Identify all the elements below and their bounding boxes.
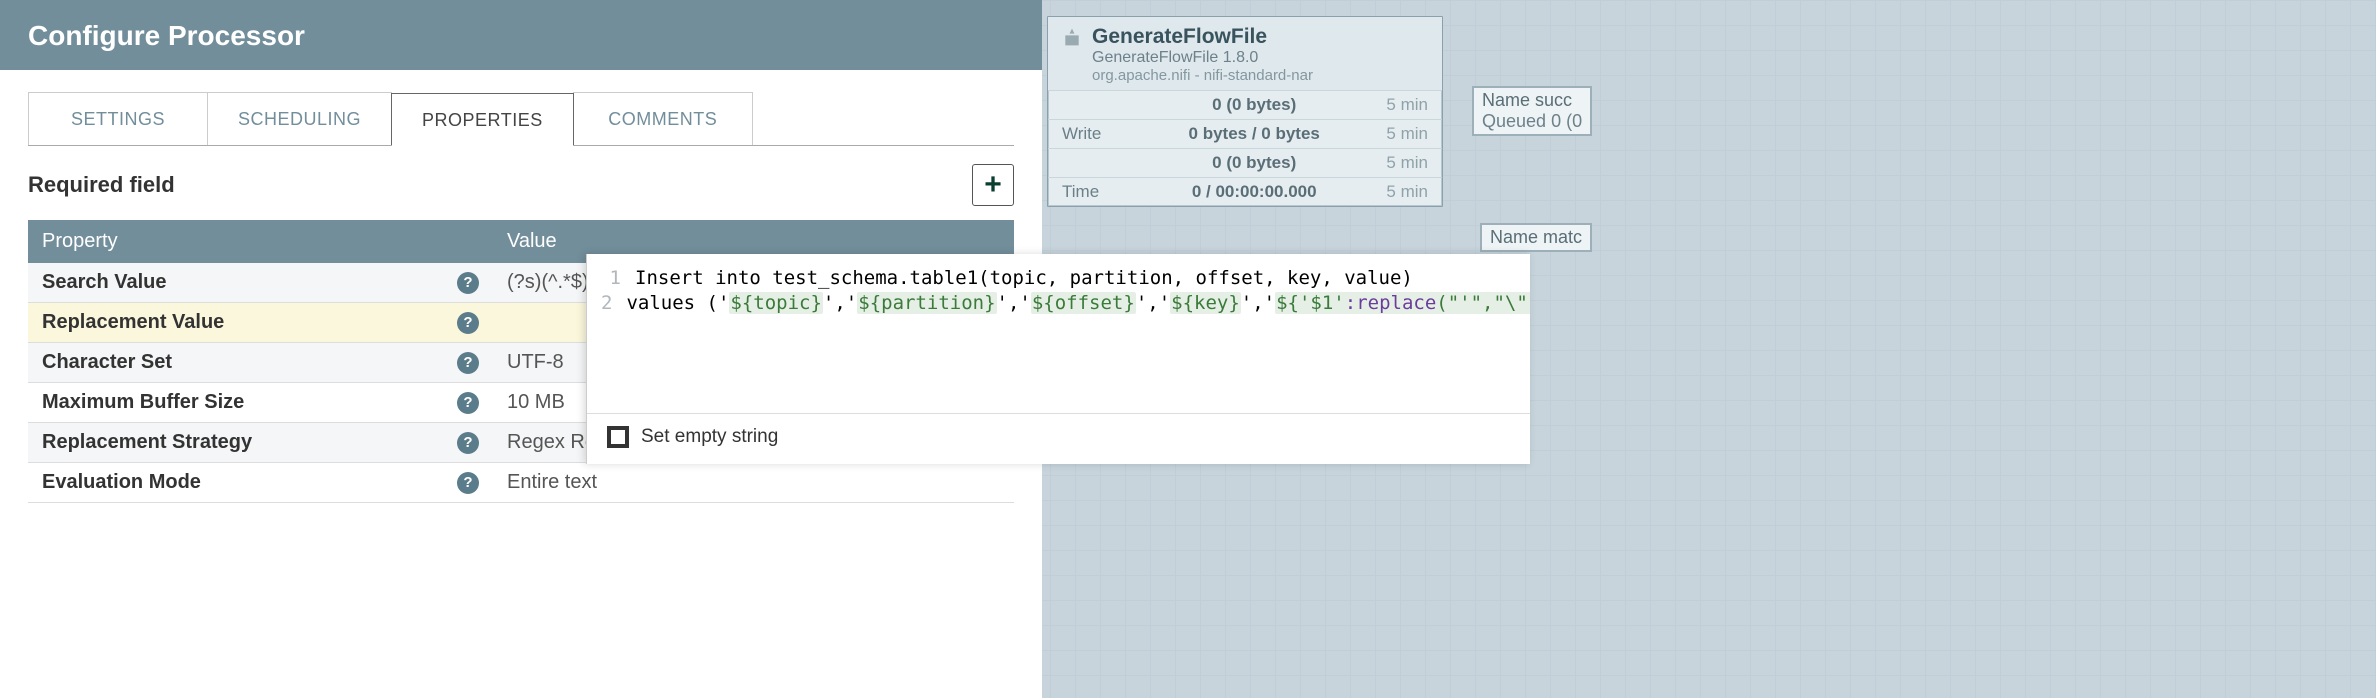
tab-comments[interactable]: COMMENTS (573, 92, 753, 145)
required-field-label: Required field (28, 172, 175, 198)
processor-title: GenerateFlowFile (1092, 25, 1313, 49)
property-row[interactable]: Evaluation Mode? Entire text (28, 463, 1014, 503)
dialog-title: Configure Processor (0, 0, 1042, 70)
help-icon[interactable]: ? (457, 352, 479, 374)
conn-label: Name (1490, 227, 1538, 247)
processor-subtitle-version: GenerateFlowFile 1.8.0 (1092, 49, 1313, 67)
help-icon[interactable]: ? (457, 272, 479, 294)
conn-label: Name (1482, 90, 1530, 110)
property-name: Character Set (42, 351, 172, 373)
col-property: Property (28, 220, 493, 263)
property-name: Maximum Buffer Size (42, 391, 244, 413)
property-value[interactable]: (?s)(^.*$) (507, 271, 589, 293)
tab-settings[interactable]: SETTINGS (28, 92, 208, 145)
help-icon[interactable]: ? (457, 472, 479, 494)
property-name: Replacement Value (42, 311, 224, 333)
tab-scheduling[interactable]: SCHEDULING (207, 92, 392, 145)
help-icon[interactable]: ? (457, 432, 479, 454)
help-icon[interactable]: ? (457, 312, 479, 334)
processor-icon (1062, 27, 1082, 47)
processor-stat-row: Time0 / 00:00:00.0005 min (1048, 177, 1442, 206)
processor-node-generateflowfile[interactable]: GenerateFlowFile GenerateFlowFile 1.8.0 … (1047, 16, 1443, 207)
tabs: SETTINGSSCHEDULINGPROPERTIESCOMMENTS (28, 92, 1014, 146)
tab-properties[interactable]: PROPERTIES (391, 93, 574, 146)
conn-value: 0 (0 (1551, 111, 1582, 131)
set-empty-string-label: Set empty string (641, 426, 778, 448)
processor-stat-row: 0 (0 bytes)5 min (1048, 148, 1442, 177)
conn-label: Queued (1482, 111, 1546, 131)
conn-value: matc (1543, 227, 1582, 247)
add-property-button[interactable]: + (972, 164, 1014, 206)
processor-stat-row: Write0 bytes / 0 bytes5 min (1048, 119, 1442, 148)
property-value[interactable]: Entire text (507, 471, 597, 493)
code-editor[interactable]: 1Insert into test_schema.table1(topic, p… (587, 254, 1530, 414)
property-name: Search Value (42, 271, 167, 293)
property-name: Evaluation Mode (42, 471, 201, 493)
property-value[interactable]: 10 MB (507, 391, 565, 413)
value-editor-popup: 1Insert into test_schema.table1(topic, p… (586, 254, 1530, 464)
connection-box-match[interactable]: Name matc (1480, 223, 1592, 252)
processor-subtitle-bundle: org.apache.nifi - nifi-standard-nar (1092, 67, 1313, 84)
property-value[interactable]: UTF-8 (507, 351, 564, 373)
set-empty-string-checkbox[interactable] (607, 426, 629, 448)
conn-value: succ (1535, 90, 1572, 110)
processor-stat-row: 0 (0 bytes)5 min (1048, 90, 1442, 119)
property-name: Replacement Strategy (42, 431, 252, 453)
connection-box-success[interactable]: Name succ Queued 0 (0 (1472, 86, 1592, 136)
help-icon[interactable]: ? (457, 392, 479, 414)
